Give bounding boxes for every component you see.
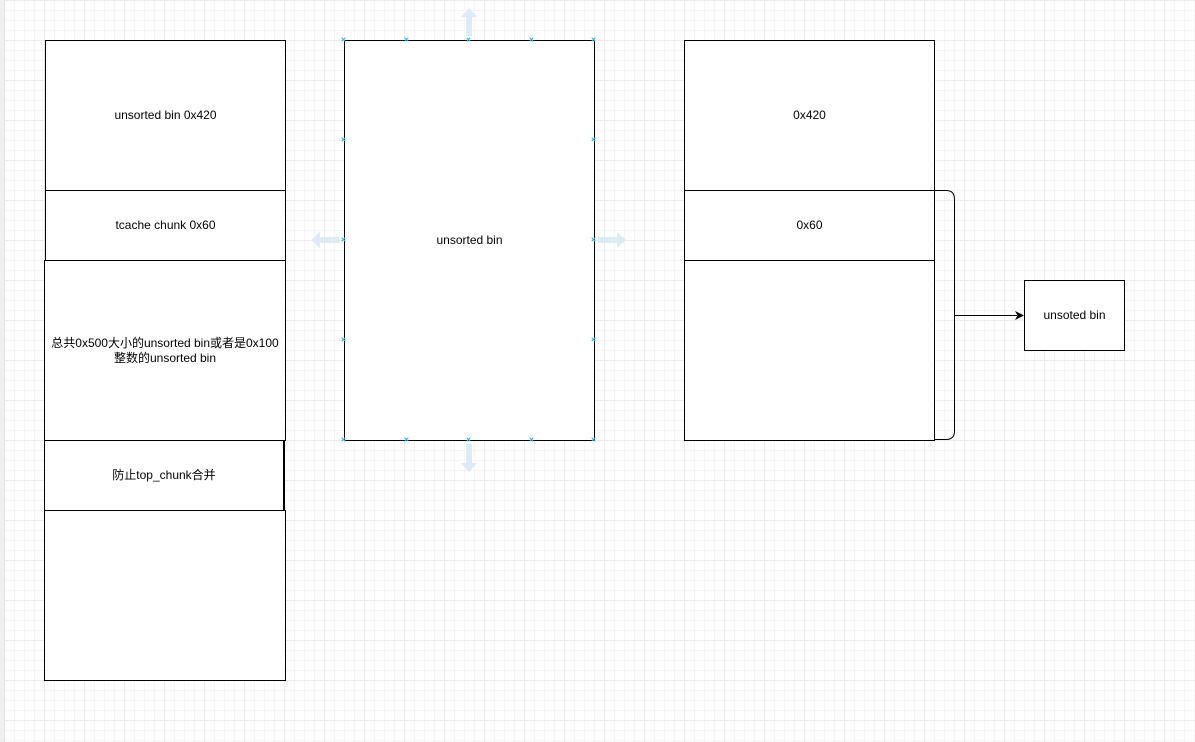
right-block-0x60[interactable]: 0x60 [684, 190, 935, 261]
right-block-label: 0x420 [793, 108, 826, 122]
resize-handle-nw[interactable] [341, 37, 346, 42]
resize-handle-s1[interactable] [404, 437, 409, 442]
left-block-prevent-top-chunk-merge[interactable]: 防止top_chunk合并 [44, 440, 285, 511]
resize-handle-w[interactable] [341, 237, 346, 242]
resize-handle-s[interactable] [466, 437, 471, 442]
right-block-label: 0x60 [796, 218, 823, 232]
guide-arrow-up-icon[interactable] [460, 8, 478, 36]
resize-handle-n2[interactable] [529, 37, 534, 42]
right-block-0x420[interactable]: 0x420 [684, 40, 935, 191]
left-block-empty[interactable] [44, 510, 286, 681]
resize-handle-sw[interactable] [341, 437, 346, 442]
resize-handle-n1[interactable] [404, 37, 409, 42]
target-box-label: unsoted bin [1043, 308, 1106, 322]
middle-unsorted-bin-box[interactable]: unsorted bin [344, 40, 595, 441]
resize-handle-s2[interactable] [529, 437, 534, 442]
right-block-empty[interactable] [684, 260, 935, 441]
diagram-canvas[interactable]: unsorted bin 0x420 tcache chunk 0x60 总共0… [0, 0, 1195, 742]
left-block-label: 总共0x500大小的unsorted bin或者是0x100整数的unsorte… [51, 335, 279, 365]
canvas-left-gutter [0, 0, 5, 742]
resize-handle-se[interactable] [591, 437, 596, 442]
resize-handle-w1[interactable] [341, 137, 346, 142]
middle-box-label: unsorted bin [436, 233, 503, 247]
target-unsoted-bin-box[interactable]: unsoted bin [1024, 280, 1125, 351]
left-block-label: tcache chunk 0x60 [115, 218, 216, 232]
resize-handle-e1[interactable] [591, 137, 596, 142]
guide-arrow-down-icon[interactable] [460, 444, 478, 472]
resize-handle-e[interactable] [591, 237, 596, 242]
left-block-tcache-chunk[interactable]: tcache chunk 0x60 [45, 190, 286, 261]
connector-arrowhead-icon [1015, 311, 1024, 320]
left-block-unsorted-bin-0x420[interactable]: unsorted bin 0x420 [45, 40, 286, 191]
guide-arrow-left-icon[interactable] [311, 231, 339, 249]
resize-handle-n[interactable] [466, 37, 471, 42]
bracket-connector [935, 190, 955, 440]
left-block-total-unsorted[interactable]: 总共0x500大小的unsorted bin或者是0x100整数的unsorte… [44, 260, 286, 441]
resize-handle-e2[interactable] [591, 337, 596, 342]
resize-handle-ne[interactable] [591, 37, 596, 42]
guide-arrow-right-icon[interactable] [598, 231, 626, 249]
left-block-label: 防止top_chunk合并 [112, 468, 216, 482]
resize-handle-w2[interactable] [341, 337, 346, 342]
left-block-label: unsorted bin 0x420 [114, 108, 217, 122]
